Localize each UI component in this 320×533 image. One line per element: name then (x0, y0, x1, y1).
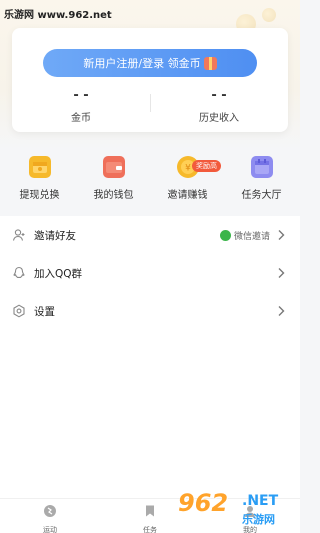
logo-number: 962 (178, 489, 229, 517)
coins-stat[interactable]: - - 金币 (12, 88, 150, 124)
tab-label: 运动 (43, 526, 57, 533)
calendar-icon (250, 156, 273, 178)
menu-item-settings[interactable]: 设置 (0, 292, 300, 330)
menu-item-label: 邀请好友 (34, 229, 76, 242)
svg-text:¥: ¥ (185, 164, 191, 174)
flag-icon (146, 505, 154, 517)
chevron-right-icon (278, 268, 285, 278)
menu-item-label: 加入QQ群 (34, 267, 83, 280)
qq-icon (12, 266, 26, 280)
quick-action-task-hall[interactable]: 任务大厅 (224, 156, 299, 201)
chevron-right-icon (278, 306, 285, 316)
logo-net: .NET (242, 493, 279, 509)
reward-badge: 奖励高 (192, 160, 221, 172)
chevron-right-icon (278, 230, 285, 240)
history-income-value: - - (211, 88, 227, 103)
menu-item-invite-friends[interactable]: 邀请好友 微信邀请 (0, 216, 300, 254)
site-watermark: 乐游网 www.962.net (4, 10, 112, 21)
quick-action-label: 我的钱包 (93, 190, 134, 201)
tab-label: 任务 (143, 526, 157, 533)
wechat-icon (219, 230, 231, 241)
wechat-invite-tag[interactable]: 微信邀请 (219, 229, 270, 242)
site-logo-watermark: 962 .NET 乐游网 (174, 489, 294, 529)
red-packet-icon (203, 56, 217, 70)
coins-value: - - (73, 88, 89, 103)
history-income-label: 历史收入 (199, 113, 239, 124)
quick-action-label: 邀请赚钱 (167, 190, 208, 201)
settings-menu: 邀请好友 微信邀请 加入QQ群 设置 (0, 216, 300, 330)
register-login-label: 新用户注册/登录 领金币 (83, 57, 201, 70)
quick-action-label: 提现兑换 (19, 190, 60, 201)
quick-action-wallet[interactable]: 我的钱包 (76, 156, 151, 201)
quick-action-withdraw[interactable]: 提现兑换 (2, 156, 77, 201)
person-add-icon (12, 228, 26, 242)
gear-icon (12, 304, 26, 318)
logo-site-name: 乐游网 (242, 513, 275, 526)
menu-item-join-qq-group[interactable]: 加入QQ群 (0, 254, 300, 292)
account-card: 新用户注册/登录 领金币 - - 金币 - - 历史收入 (12, 28, 288, 132)
history-income-stat[interactable]: - - 历史收入 (150, 88, 288, 124)
run-icon (44, 505, 56, 517)
menu-item-label: 设置 (34, 305, 55, 318)
register-login-button[interactable]: 新用户注册/登录 领金币 (43, 49, 257, 77)
quick-action-label: 任务大厅 (241, 190, 282, 201)
wallet-coin-icon (28, 156, 51, 178)
coin-decoration (262, 8, 276, 22)
quick-actions: 提现兑换 我的钱包 ¥ 奖励高 邀请赚钱 任务大厅 (0, 150, 300, 210)
tab-sport[interactable]: 运动 (30, 503, 70, 533)
quick-action-invite[interactable]: ¥ 奖励高 邀请赚钱 (150, 156, 225, 201)
wechat-invite-label: 微信邀请 (233, 232, 270, 242)
coins-label: 金币 (71, 113, 91, 124)
wallet-icon (102, 156, 125, 178)
content-background (0, 330, 300, 500)
tab-task[interactable]: 任务 (130, 503, 170, 533)
